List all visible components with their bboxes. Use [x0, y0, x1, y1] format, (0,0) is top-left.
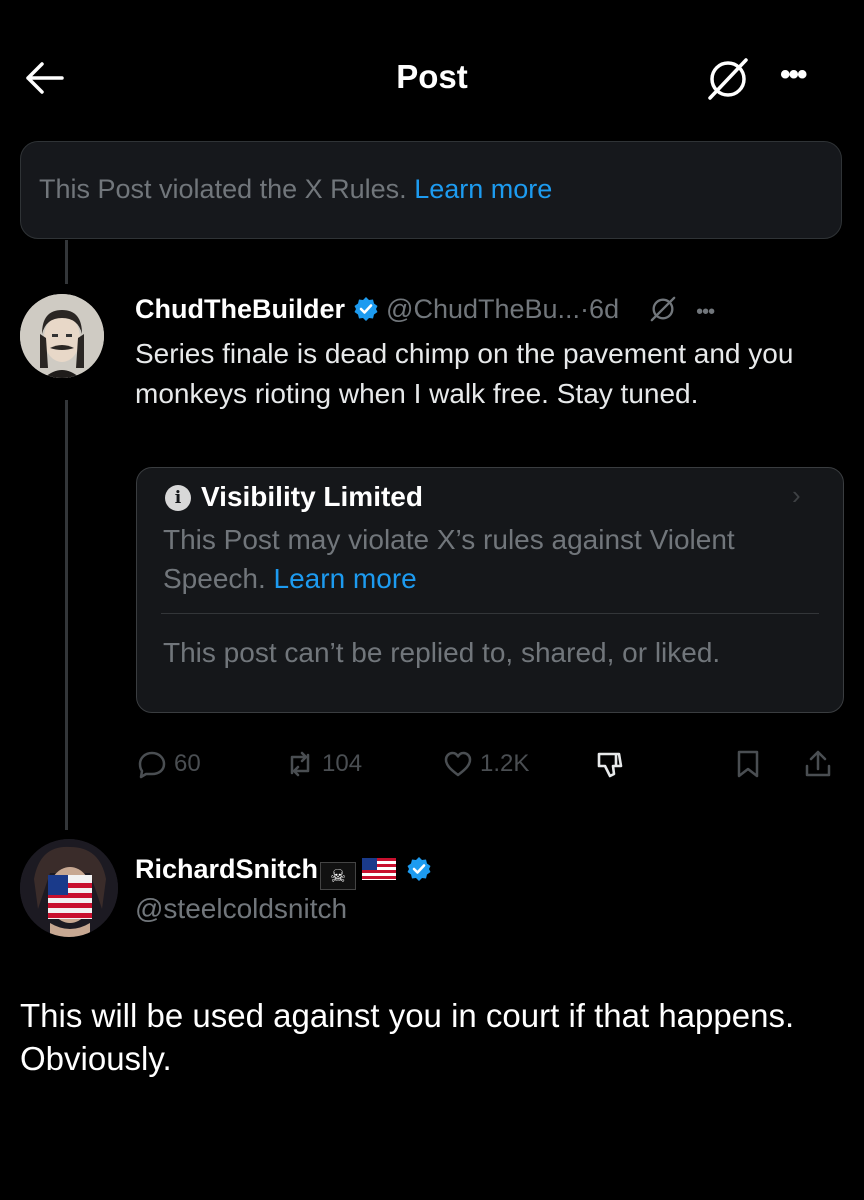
post-text: Series finale is dead chimp on the pavem…: [135, 338, 794, 409]
avatar[interactable]: [20, 839, 118, 937]
post-age[interactable]: 6d: [589, 294, 619, 324]
like-count: 1.2K: [480, 750, 530, 777]
bookmark-button[interactable]: [732, 746, 764, 782]
pirate-flag-icon: ☠: [320, 862, 357, 890]
learn-more-link[interactable]: Learn more: [274, 563, 417, 594]
bookmark-icon: [737, 750, 759, 778]
author-name[interactable]: ChudTheBuilder: [135, 294, 345, 324]
visibility-description: This Post may violate X’s rules against …: [163, 520, 783, 598]
avatar-image: [20, 294, 104, 378]
reply-author-handle[interactable]: @steelcoldsnitch: [135, 891, 347, 927]
visibility-title: i Visibility Limited: [165, 474, 423, 520]
grok-icon: [708, 58, 748, 100]
info-icon: i: [165, 485, 191, 511]
reply-author-name[interactable]: RichardSnitch: [135, 854, 318, 884]
author-handle[interactable]: @ChudTheBu...: [386, 294, 580, 324]
violation-text: This Post violated the X Rules.: [39, 174, 407, 204]
avatar-image: [20, 839, 118, 937]
visibility-title-text: Visibility Limited: [201, 481, 423, 512]
learn-more-link[interactable]: Learn more: [414, 174, 552, 204]
visibility-description-text: This Post may violate X’s rules against …: [163, 524, 735, 594]
action-bar: 60 104 1.2K: [0, 746, 864, 782]
verified-icon: [407, 857, 431, 881]
avatar[interactable]: [20, 294, 104, 378]
downvote-icon: [597, 752, 623, 778]
grok-icon[interactable]: [649, 295, 677, 323]
divider: [161, 613, 819, 614]
interaction-disabled-note: This post can’t be replied to, shared, o…: [163, 637, 721, 668]
separator: ·: [580, 294, 590, 324]
reply-count: 60: [174, 750, 201, 777]
like-icon: [444, 751, 472, 777]
like-button[interactable]: 1.2K: [442, 746, 529, 782]
grok-button[interactable]: [705, 56, 751, 102]
share-icon: [805, 750, 831, 777]
post-more-button[interactable]: •••: [696, 301, 715, 323]
reply-header: RichardSnitch ☠: [135, 850, 432, 890]
violation-notice: This Post violated the X Rules. Learn mo…: [20, 141, 842, 239]
downvote-button[interactable]: [594, 746, 626, 782]
reply-text: This will be used against you in court i…: [20, 997, 795, 1077]
visibility-limited-card[interactable]: i Visibility Limited › This Post may viol…: [136, 467, 844, 713]
repost-button[interactable]: 104: [284, 746, 362, 782]
more-options-button[interactable]: •••: [780, 60, 826, 96]
us-flag-icon: [362, 858, 397, 880]
reply-icon: [138, 751, 166, 779]
verified-icon: [354, 297, 378, 321]
post-header: ChudTheBuilder @ChudTheBu...·6d •••: [135, 290, 835, 330]
repost-count: 104: [322, 750, 363, 777]
share-button[interactable]: [802, 746, 834, 782]
reply-button[interactable]: 60: [136, 746, 201, 782]
chevron-right-icon: ›: [792, 480, 801, 510]
thread-line: [65, 240, 68, 284]
repost-icon: [290, 751, 310, 777]
